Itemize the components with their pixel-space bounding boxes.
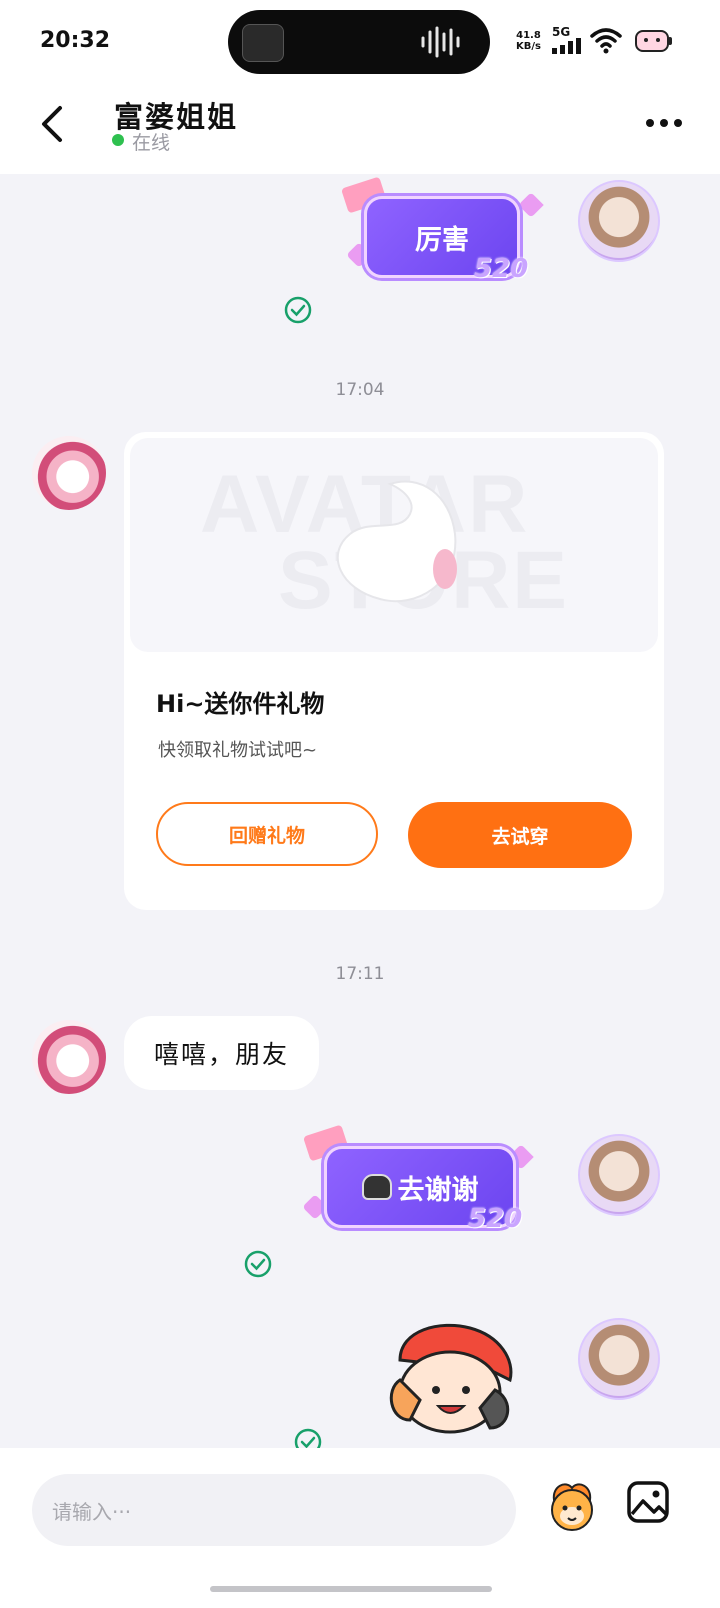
my-avatar[interactable] — [578, 1134, 660, 1216]
gift-label-text: 去谢谢 — [397, 1174, 479, 1206]
network-speed: 41.8 KB/s — [516, 30, 541, 52]
chat-header: 富婆姐姐 在线 — [0, 84, 720, 174]
status-bar: 20:32 41.8 KB/s 5G — [0, 0, 720, 84]
audio-wave-icon — [421, 26, 460, 58]
contact-avatar[interactable] — [32, 1020, 106, 1094]
online-status-text: 在线 — [132, 132, 171, 154]
card-subtitle: 快领取礼物试试吧~ — [158, 740, 318, 761]
fluffy-tail-image — [336, 480, 457, 603]
heart-decoration — [518, 192, 544, 218]
gift-item-image[interactable]: AVATAR STORE — [130, 438, 658, 652]
gift-number: 520 — [474, 254, 529, 284]
received-text-bubble[interactable]: 嘻嘻，朋友 — [124, 1016, 320, 1090]
return-gift-button[interactable]: 回赠礼物 — [156, 802, 378, 866]
network-speed-unit: KB/s — [516, 41, 541, 52]
gift-number: 520 — [468, 1204, 523, 1234]
wifi-icon — [590, 28, 622, 54]
back-arrow-icon[interactable] — [38, 104, 68, 144]
battery-icon — [635, 30, 672, 52]
cellular-signal: 5G — [552, 26, 582, 58]
skull-emoji-icon — [361, 1174, 392, 1200]
try-on-button[interactable]: 去试穿 — [408, 802, 632, 868]
sent-gift-bubble[interactable]: 厉害 520 — [334, 176, 554, 296]
home-indicator[interactable] — [210, 1586, 492, 1592]
dynamic-island[interactable] — [228, 10, 490, 74]
card-title: Hi~送你件礼物 — [156, 690, 325, 718]
sent-gift-bubble[interactable]: 去谢谢 520 — [300, 1124, 540, 1246]
read-check-icon — [244, 1250, 272, 1278]
my-avatar[interactable] — [578, 180, 660, 262]
timestamp: 17:04 — [335, 380, 385, 400]
timestamp: 17:11 — [335, 964, 385, 984]
sticker-button-icon[interactable] — [544, 1478, 600, 1534]
image-gallery-icon[interactable] — [626, 1480, 670, 1524]
more-options-icon[interactable] — [644, 108, 684, 138]
signal-bars-icon — [552, 38, 581, 54]
now-playing-thumbnail — [242, 24, 284, 62]
read-check-icon — [284, 296, 312, 324]
clock: 20:32 — [40, 28, 111, 53]
message-input[interactable]: 请输入··· — [32, 1474, 516, 1546]
my-avatar[interactable] — [578, 1318, 660, 1400]
contact-avatar[interactable] — [32, 436, 106, 510]
network-speed-value: 41.8 — [516, 30, 541, 41]
online-status-dot — [112, 134, 124, 146]
sticker-image[interactable] — [380, 1320, 520, 1440]
input-bar: 请输入··· — [0, 1448, 720, 1608]
network-type: 5G — [552, 25, 571, 39]
gift-card-message: AVATAR STORE Hi~送你件礼物 快领取礼物试试吧~ 回赠礼物 去试穿 — [124, 432, 664, 910]
